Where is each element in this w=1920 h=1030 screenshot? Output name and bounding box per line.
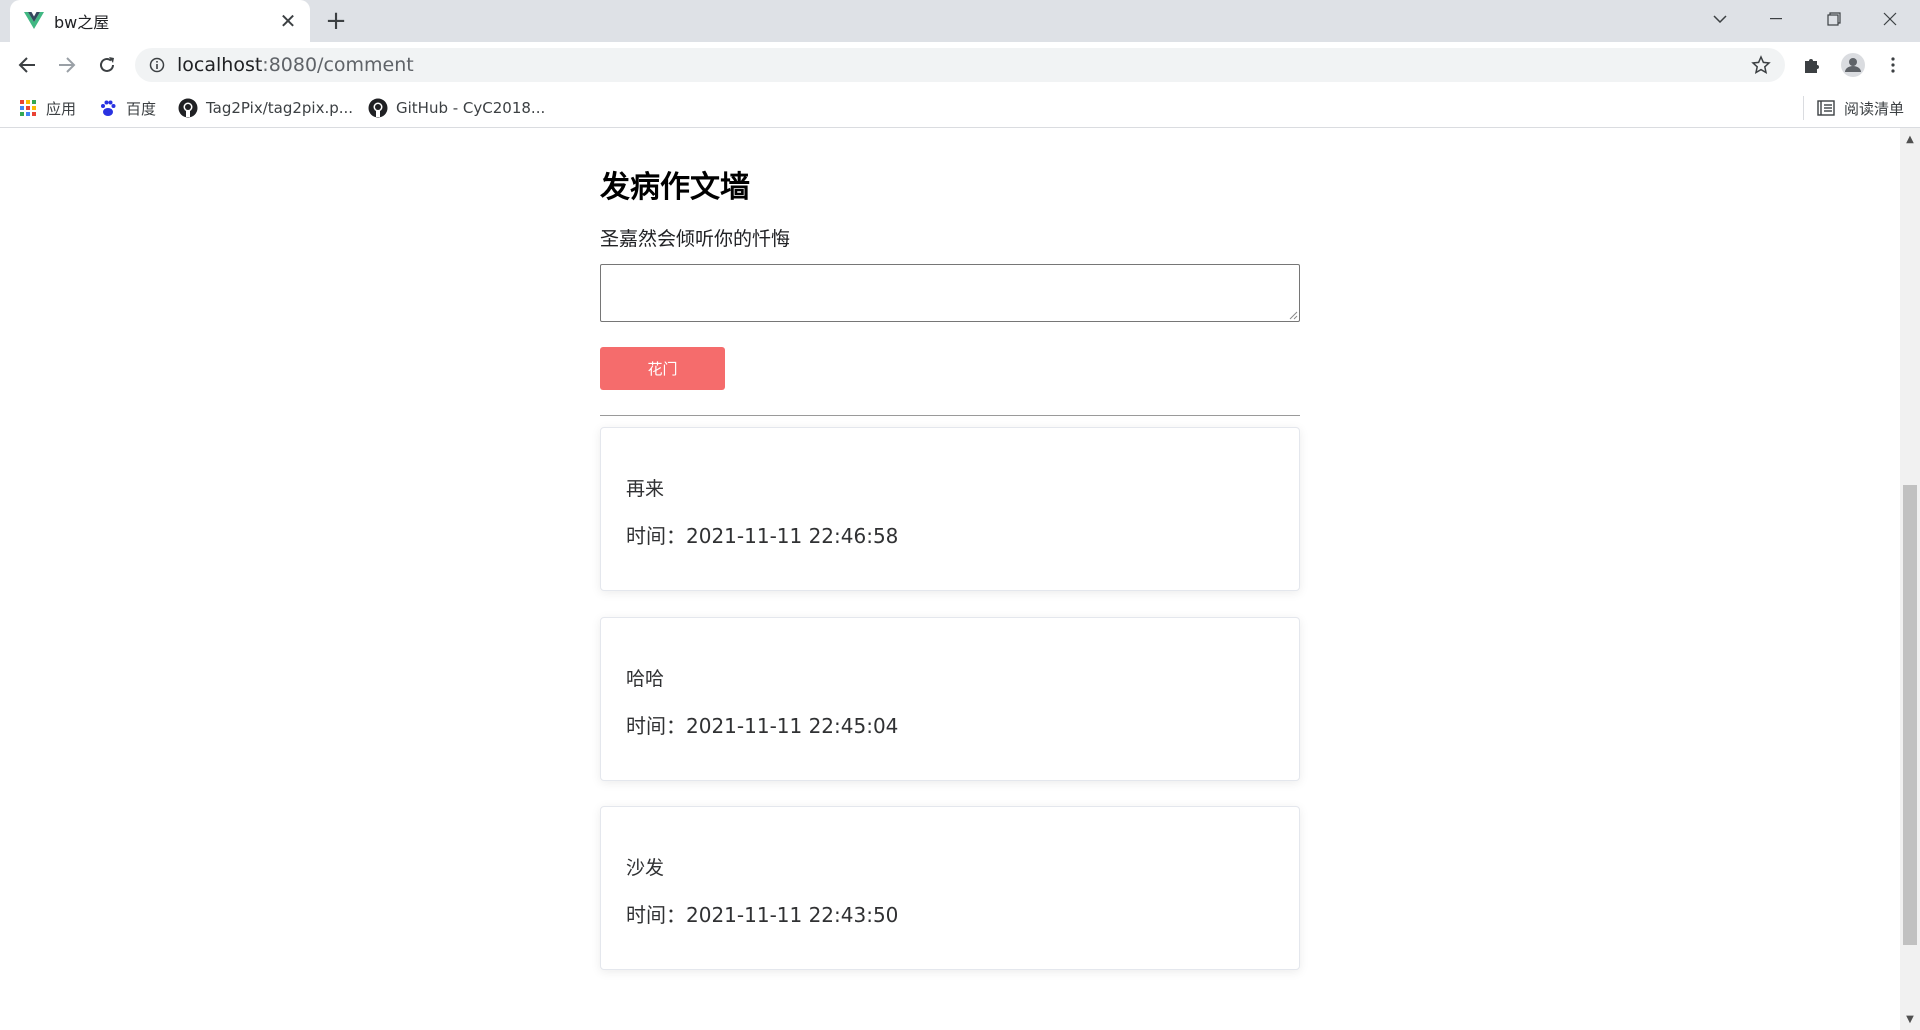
- reading-list-icon: [1816, 98, 1836, 118]
- comment-time: 时间：2021-11-11 22:46:58: [626, 524, 899, 548]
- comment-time: 时间：2021-11-11 22:43:50: [626, 903, 899, 927]
- scroll-down-arrow-icon[interactable]: ▼: [1904, 1013, 1916, 1025]
- page-title: 发病作文墙: [600, 170, 750, 205]
- comment-card: 哈哈 时间：2021-11-11 22:45:04: [600, 617, 1300, 781]
- comment-textarea[interactable]: [600, 264, 1300, 322]
- close-window-icon[interactable]: [1862, 0, 1918, 38]
- restore-icon[interactable]: [1806, 0, 1862, 38]
- comment-card: 再来 时间：2021-11-11 22:46:58: [600, 427, 1300, 591]
- divider: [600, 415, 1300, 416]
- bookmark-star-icon[interactable]: [1749, 53, 1773, 77]
- profile-avatar-icon[interactable]: [1838, 50, 1868, 80]
- tab-search-icon[interactable]: [1692, 0, 1748, 38]
- bookmark-label: Tag2Pix/tag2pix.p...: [206, 99, 354, 117]
- bookmarks-bar: 应用 百度 Tag2Pix/tag2pix.p... GitHub - CyC2…: [0, 88, 1920, 128]
- scroll-up-arrow-icon[interactable]: ▲: [1904, 133, 1916, 145]
- more-menu-icon[interactable]: [1878, 50, 1908, 80]
- site-info-icon[interactable]: [147, 55, 167, 75]
- vue-logo-icon: [24, 11, 44, 31]
- page-viewport: 发病作文墙 圣嘉然会倾听你的忏悔 花门 再来 时间：2021-11-11 22:…: [0, 128, 1900, 1030]
- comment-text: 沙发: [626, 857, 665, 879]
- comment-text: 再来: [626, 478, 665, 500]
- github-icon: [178, 98, 198, 118]
- reading-list-label: 阅读清单: [1843, 99, 1904, 118]
- minimize-icon[interactable]: [1748, 0, 1804, 38]
- reading-list-button[interactable]: 阅读清单: [1816, 96, 1904, 120]
- reload-icon[interactable]: [92, 50, 122, 80]
- new-tab-icon[interactable]: +: [322, 6, 350, 36]
- scrollbar-thumb[interactable]: [1903, 485, 1917, 945]
- vertical-scrollbar[interactable]: ▲ ▼: [1900, 128, 1920, 1030]
- url-path: :8080/comment: [262, 54, 414, 76]
- extensions-puzzle-icon[interactable]: [1796, 50, 1826, 80]
- bookmark-label: GitHub - CyC2018...: [396, 99, 546, 117]
- bookmark-baidu[interactable]: 百度: [98, 96, 156, 120]
- tab-title: bw之屋: [54, 13, 110, 32]
- comment-prompt-label: 圣嘉然会倾听你的忏悔: [600, 228, 791, 250]
- address-bar[interactable]: localhost:8080/comment: [135, 48, 1785, 82]
- submit-button[interactable]: 花门: [600, 347, 725, 390]
- apps-grid-icon: [18, 98, 38, 118]
- divider: [1803, 96, 1804, 120]
- close-tab-icon[interactable]: ✕: [274, 7, 302, 35]
- tab-strip: bw之屋 ✕ +: [0, 0, 1920, 42]
- url-text: localhost:8080/comment: [177, 54, 414, 76]
- comment-text: 哈哈: [626, 668, 665, 690]
- url-host: localhost: [177, 54, 263, 76]
- bookmark-github-cyc2018[interactable]: GitHub - CyC2018...: [368, 96, 545, 120]
- back-arrow-icon[interactable]: [12, 50, 42, 80]
- bookmark-label: 百度: [126, 99, 157, 118]
- comment-card: 沙发 时间：2021-11-11 22:43:50: [600, 806, 1300, 970]
- resize-grip-icon[interactable]: [1288, 310, 1298, 320]
- comment-time: 时间：2021-11-11 22:45:04: [626, 714, 899, 738]
- baidu-paw-icon: [98, 98, 118, 118]
- forward-arrow-icon[interactable]: [52, 50, 82, 80]
- github-icon: [368, 98, 388, 118]
- bookmark-tag2pix[interactable]: Tag2Pix/tag2pix.p...: [178, 96, 353, 120]
- browser-toolbar: localhost:8080/comment: [0, 42, 1920, 88]
- bookmark-apps[interactable]: 应用: [18, 96, 76, 120]
- bookmark-label: 应用: [46, 99, 77, 118]
- browser-tab[interactable]: bw之屋 ✕: [10, 0, 310, 42]
